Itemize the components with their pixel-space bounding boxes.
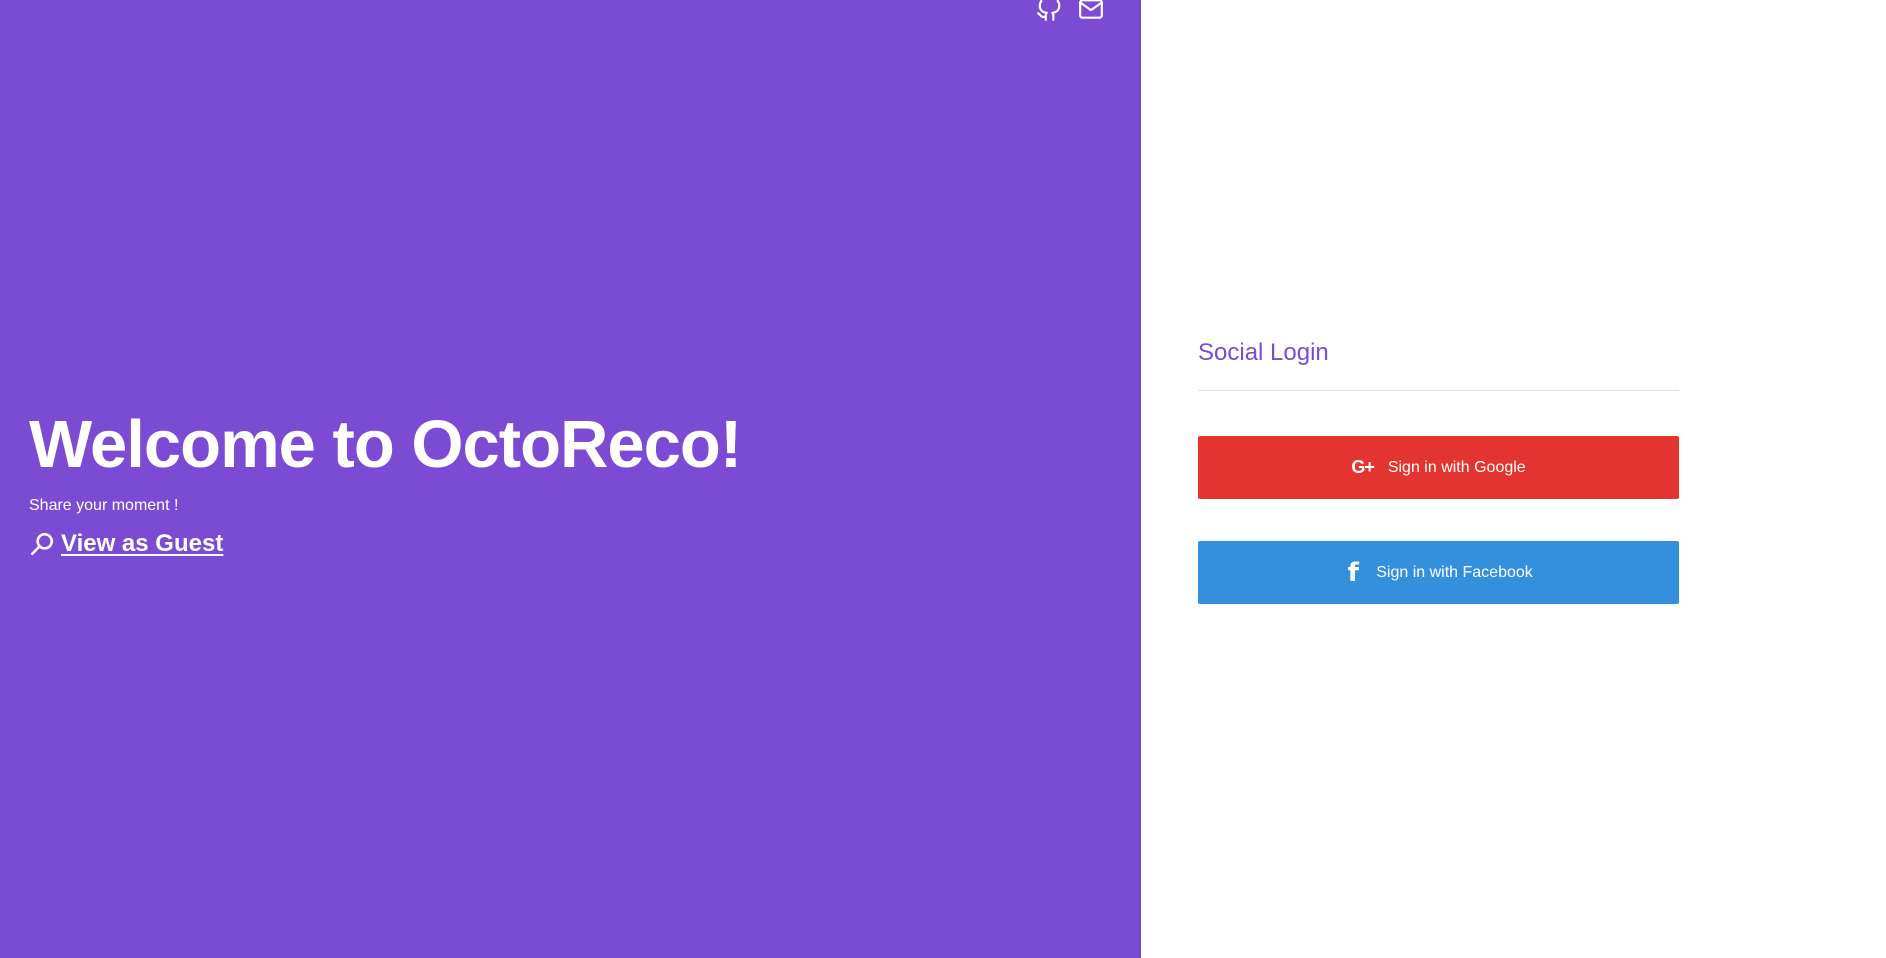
hero-content: Welcome to OctoReco! Share your moment !… bbox=[29, 405, 742, 558]
login-divider bbox=[1198, 390, 1679, 391]
sign-in-google-label: Sign in with Google bbox=[1387, 458, 1526, 476]
mail-icon[interactable] bbox=[1078, 0, 1104, 22]
google-plus-icon: G+ bbox=[1351, 457, 1374, 477]
hero-panel: Welcome to OctoReco! Share your moment !… bbox=[0, 0, 1141, 958]
hero-subtitle: Share your moment ! bbox=[29, 497, 179, 514]
social-login-heading: Social Login bbox=[1198, 339, 1329, 366]
view-as-guest-link[interactable]: View as Guest bbox=[29, 530, 741, 558]
top-icon-bar bbox=[1036, 0, 1104, 22]
sign-in-google-button[interactable]: G+ Sign in with Google bbox=[1198, 436, 1679, 499]
social-login-box: Social Login G+ Sign in with Google f Si… bbox=[1198, 338, 1679, 604]
facebook-icon: f bbox=[1347, 557, 1359, 588]
page: Welcome to OctoReco! Share your moment !… bbox=[0, 0, 1886, 958]
hero-title: Welcome to OctoReco! bbox=[29, 407, 742, 482]
github-icon[interactable] bbox=[1036, 0, 1062, 22]
search-icon bbox=[30, 532, 54, 556]
sign-in-facebook-button[interactable]: f Sign in with Facebook bbox=[1198, 541, 1679, 604]
view-as-guest-label: View as Guest bbox=[61, 530, 224, 557]
sign-in-facebook-label: Sign in with Facebook bbox=[1376, 563, 1533, 581]
login-panel: Social Login G+ Sign in with Google f Si… bbox=[1141, 0, 1886, 958]
